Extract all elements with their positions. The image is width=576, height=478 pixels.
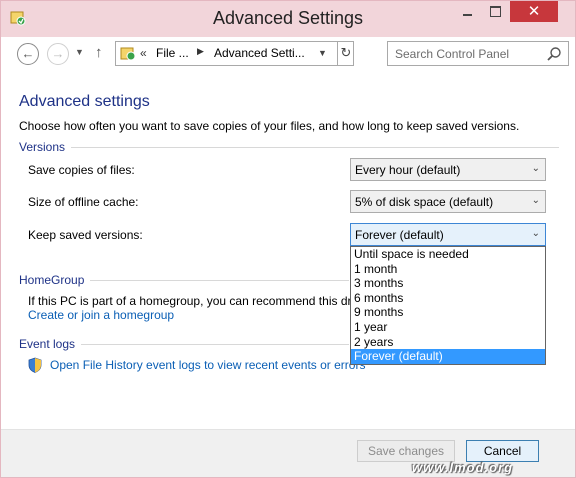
versions-divider (71, 147, 559, 148)
address-dropdown-button[interactable]: ▼ (318, 48, 327, 58)
chevron-down-icon: ⌄ (531, 228, 540, 239)
save-copies-select[interactable]: Every hour (default) ⌄ (350, 158, 546, 181)
breadcrumb-separator[interactable]: ▶ (197, 46, 204, 57)
dropdown-option[interactable]: Until space is needed (351, 247, 545, 262)
event-logs-section-label: Event logs (19, 337, 76, 351)
navigation-bar: ← → ▼ ↑ « File ... ▶ Advanced Setti... ▼… (9, 40, 569, 68)
watermark: www.lmod.org (412, 460, 514, 475)
keep-versions-value: Forever (default) (355, 228, 444, 242)
dropdown-option[interactable]: 9 months (351, 305, 545, 320)
title-bar[interactable]: Advanced Settings ✕ (1, 1, 575, 37)
offline-cache-value: 5% of disk space (default) (355, 195, 494, 209)
forward-button[interactable]: → (47, 43, 69, 65)
minimize-button[interactable] (454, 1, 481, 22)
chevron-down-icon: ⌄ (531, 163, 540, 174)
search-icon[interactable] (546, 46, 562, 62)
breadcrumb-file-history[interactable]: File ... (156, 46, 189, 60)
up-button[interactable]: ↑ (95, 44, 103, 61)
dropdown-option[interactable]: 1 year (351, 320, 545, 335)
shield-icon (28, 357, 42, 373)
control-panel-icon (120, 47, 136, 61)
dialog-footer: Save changes Cancel www.lmod.org (1, 429, 575, 477)
page-title: Advanced settings (19, 93, 150, 110)
dropdown-option[interactable]: 1 month (351, 262, 545, 277)
homegroup-description: If this PC is part of a homegroup, you c… (28, 294, 350, 308)
event-logs-divider (81, 344, 349, 345)
event-logs-link[interactable]: Open File History event logs to view rec… (50, 358, 365, 372)
dropdown-option-selected[interactable]: Forever (default) (351, 349, 545, 364)
offline-cache-label: Size of offline cache: (28, 195, 139, 209)
versions-section-label: Versions (19, 140, 66, 154)
address-bar[interactable]: « File ... ▶ Advanced Setti... ▼ ↻ (115, 41, 354, 66)
save-copies-value: Every hour (default) (355, 163, 461, 177)
homegroup-section-label: HomeGroup (19, 273, 85, 287)
close-button[interactable]: ✕ (510, 1, 558, 22)
advanced-settings-window: Advanced Settings ✕ ← → ▼ ↑ « File ... ▶… (0, 0, 576, 478)
page-description: Choose how often you want to save copies… (19, 119, 520, 133)
keep-versions-dropdown-list: Until space is needed 1 month 3 months 6… (350, 246, 546, 365)
maximize-button[interactable] (482, 1, 509, 22)
refresh-button[interactable]: ↻ (337, 42, 354, 65)
homegroup-divider (90, 280, 349, 281)
dropdown-option[interactable]: 2 years (351, 335, 545, 350)
breadcrumb-advanced-settings[interactable]: Advanced Setti... (214, 46, 305, 60)
cancel-button[interactable]: Cancel (466, 440, 539, 462)
keep-versions-select[interactable]: Forever (default) ⌄ (350, 223, 546, 246)
save-changes-button[interactable]: Save changes (357, 440, 455, 462)
create-join-homegroup-link[interactable]: Create or join a homegroup (28, 308, 174, 322)
back-button[interactable]: ← (17, 43, 39, 65)
dropdown-option[interactable]: 3 months (351, 276, 545, 291)
search-input[interactable]: Search Control Panel (387, 41, 569, 66)
offline-cache-select[interactable]: 5% of disk space (default) ⌄ (350, 190, 546, 213)
recent-locations-button[interactable]: ▼ (75, 47, 84, 57)
breadcrumb-overflow-button[interactable]: « (140, 46, 147, 60)
save-copies-label: Save copies of files: (28, 163, 135, 177)
keep-versions-label: Keep saved versions: (28, 228, 143, 242)
chevron-down-icon: ⌄ (531, 195, 540, 206)
search-placeholder: Search Control Panel (395, 47, 510, 61)
dropdown-option[interactable]: 6 months (351, 291, 545, 306)
